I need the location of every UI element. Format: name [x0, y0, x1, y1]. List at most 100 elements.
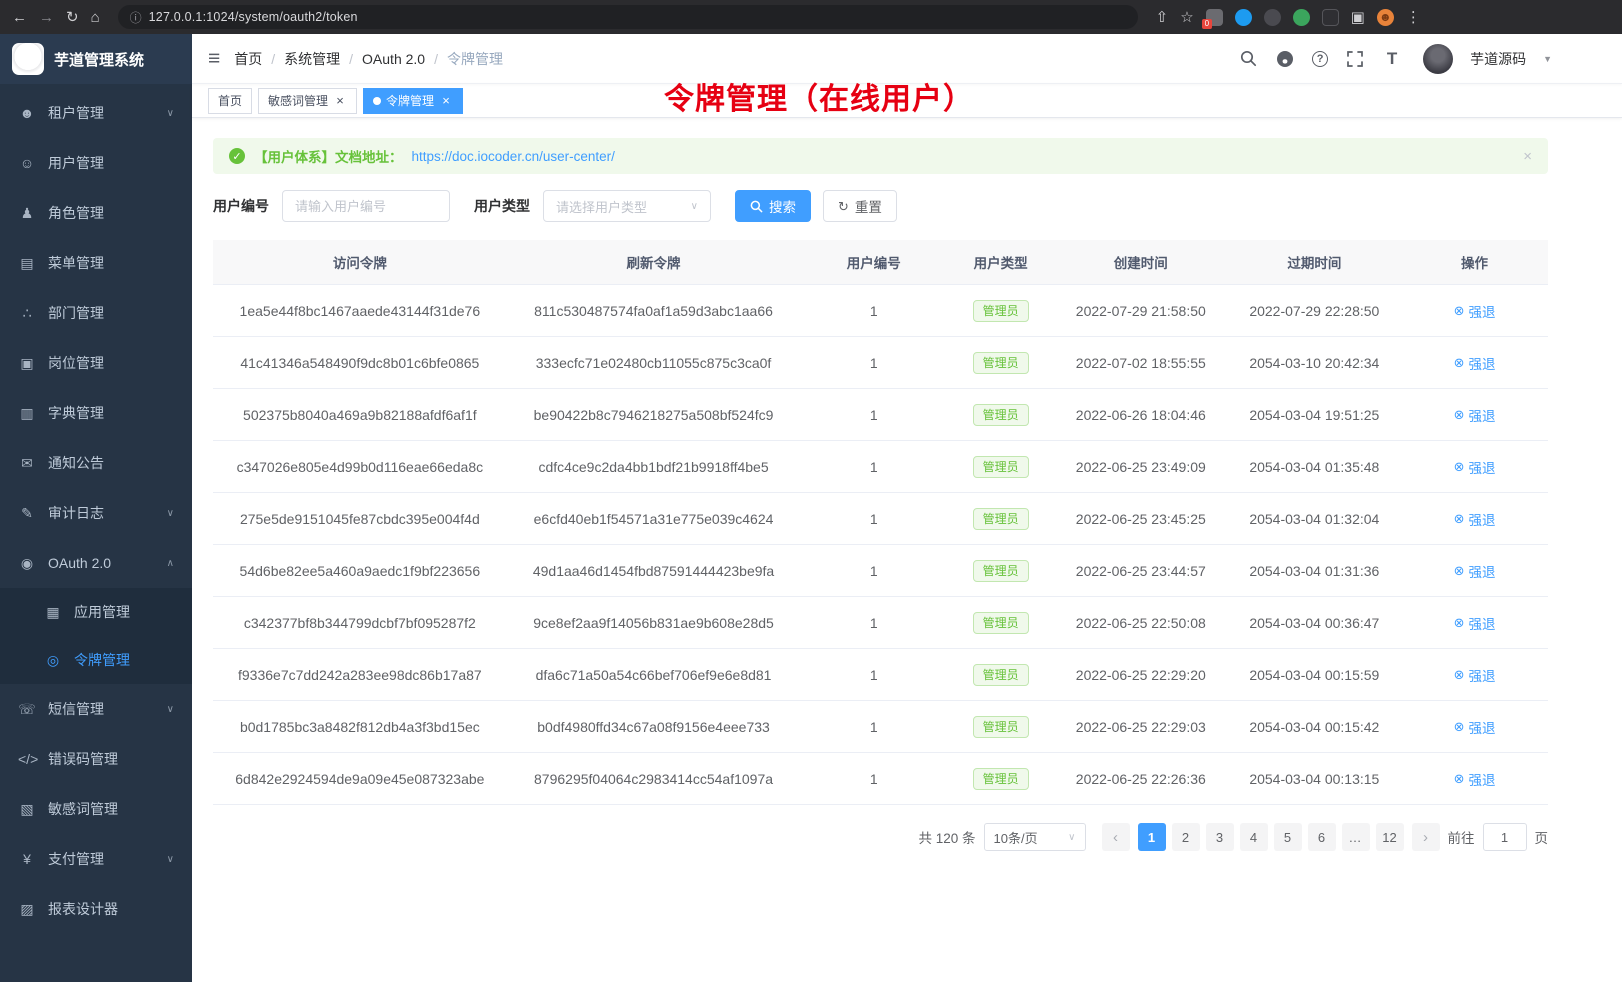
tab-close-icon[interactable]: ×	[439, 94, 453, 108]
created-time-cell: 2022-06-25 22:26:36	[1054, 753, 1228, 805]
sidebar-item-tenant[interactable]: ☻租户管理∨	[0, 88, 192, 138]
breadcrumb-item[interactable]: 系统管理	[284, 49, 340, 69]
reset-button[interactable]: ↻ 重置	[823, 190, 897, 222]
sidebar-item-notice[interactable]: ✉通知公告	[0, 438, 192, 488]
alert-close-icon[interactable]: ×	[1523, 148, 1532, 165]
user-avatar[interactable]	[1423, 44, 1453, 74]
user-type-cell: 管理员	[947, 701, 1054, 753]
page-button-5[interactable]: 5	[1274, 823, 1302, 851]
force-logout-button[interactable]: ⊗强退	[1454, 561, 1496, 581]
force-logout-button[interactable]: ⊗强退	[1454, 509, 1496, 529]
force-logout-button[interactable]: ⊗强退	[1454, 717, 1496, 737]
browser-profile-avatar[interactable]: ☻	[1377, 9, 1394, 26]
help-icon[interactable]: ?	[1312, 51, 1328, 67]
user-type-select[interactable]: 请选择用户类型 ∨	[543, 190, 711, 222]
extension-icon-twitter[interactable]	[1235, 9, 1252, 26]
user-menu-caret-icon[interactable]: ▼	[1543, 54, 1552, 64]
browser-forward-icon[interactable]: →	[39, 10, 54, 25]
tab-home[interactable]: 首页	[208, 88, 252, 114]
created-time-cell: 2022-06-25 23:44:57	[1054, 545, 1228, 597]
browser-home-icon[interactable]: ⌂	[91, 10, 100, 25]
sidebar-item-role[interactable]: ♟角色管理	[0, 188, 192, 238]
page-button-4[interactable]: 4	[1240, 823, 1268, 851]
sidebar-item-oauth2-token[interactable]: ◎令牌管理	[0, 636, 192, 684]
force-logout-button[interactable]: ⊗强退	[1454, 405, 1496, 425]
tab-token[interactable]: 令牌管理×	[363, 88, 463, 114]
page-button-2[interactable]: 2	[1172, 823, 1200, 851]
sidebar-item-dict[interactable]: ▥字典管理	[0, 388, 192, 438]
extension-icon-dark[interactable]	[1264, 9, 1281, 26]
broadcast-icon: ◎	[44, 652, 62, 669]
sidebar-item-post[interactable]: ▣岗位管理	[0, 338, 192, 388]
tab-close-icon[interactable]: ×	[333, 94, 347, 108]
access-token-cell: 54d6be82ee5a460a9aedc1f9bf223656	[213, 545, 507, 597]
page-button-3[interactable]: 3	[1206, 823, 1234, 851]
created-time-cell: 2022-06-25 22:50:08	[1054, 597, 1228, 649]
app-logo-row[interactable]: 芋道管理系统	[0, 34, 192, 84]
share-icon[interactable]: ⇧	[1156, 10, 1169, 25]
force-logout-button[interactable]: ⊗强退	[1454, 665, 1496, 685]
search-icon[interactable]	[1238, 49, 1258, 69]
sidebar-item-report-designer[interactable]: ▨报表设计器	[0, 884, 192, 934]
header-actions: ? T 芋道源码 ▼	[1238, 44, 1552, 74]
expire-time-cell: 2054-03-04 01:35:48	[1228, 441, 1402, 493]
goto-page-input[interactable]	[1483, 823, 1527, 851]
access-token-cell: 502375b8040a469a9b82188afdf6af1f	[213, 389, 507, 441]
extension-icon-tampermonkey[interactable]	[1322, 9, 1339, 26]
site-info-icon[interactable]: ⓘ	[130, 9, 142, 26]
force-logout-button[interactable]: ⊗强退	[1454, 353, 1496, 373]
font-size-icon[interactable]: T	[1382, 49, 1402, 69]
expire-time-cell: 2022-07-29 22:28:50	[1228, 285, 1402, 337]
next-page-button[interactable]: ›	[1412, 823, 1440, 851]
sidebar-item-menu[interactable]: ▤菜单管理	[0, 238, 192, 288]
doc-link[interactable]: https://doc.iocoder.cn/user-center/	[412, 149, 615, 164]
access-token-cell: b0d1785bc3a8482f812db4a3f3bd15ec	[213, 701, 507, 753]
sidebar-collapse-icon[interactable]: ≡	[208, 47, 220, 71]
sidebar-item-user[interactable]: ☺用户管理	[0, 138, 192, 188]
page-button-1[interactable]: 1	[1138, 823, 1166, 851]
bookmark-star-icon[interactable]: ☆	[1180, 10, 1193, 25]
page-button-12[interactable]: 12	[1376, 823, 1404, 851]
breadcrumb-item[interactable]: 首页	[234, 49, 262, 69]
browser-reload-icon[interactable]: ↻	[66, 10, 79, 25]
user-name[interactable]: 芋道源码	[1470, 49, 1526, 69]
force-logout-button[interactable]: ⊗强退	[1454, 301, 1496, 321]
page-size-select[interactable]: 10条/页 ∨	[984, 823, 1086, 851]
sidebar-item-error-code[interactable]: </>错误码管理	[0, 734, 192, 784]
sidebar-item-pay[interactable]: ¥支付管理∨	[0, 834, 192, 884]
sidebar-item-sms[interactable]: ☏短信管理∨	[0, 684, 192, 734]
extension-icon-badge[interactable]: 0	[1206, 9, 1223, 26]
browser-menu-icon[interactable]: ⋮	[1406, 10, 1421, 25]
prev-page-button[interactable]: ‹	[1102, 823, 1130, 851]
sidebar-item-audit-log[interactable]: ✎审计日志∨	[0, 488, 192, 538]
fullscreen-icon[interactable]	[1345, 49, 1365, 69]
user-id-input[interactable]	[282, 190, 450, 222]
browser-back-icon[interactable]: ←	[12, 10, 27, 25]
sidebar-item-sensitive-word[interactable]: ▧敏感词管理	[0, 784, 192, 834]
access-token-cell: c347026e805e4d99b0d116eae66eda8c	[213, 441, 507, 493]
github-icon[interactable]	[1275, 49, 1295, 69]
extension-icon-green[interactable]	[1293, 9, 1310, 26]
page-button-6[interactable]: 6	[1308, 823, 1336, 851]
refresh-token-cell: 811c530487574fa0af1a59d3abc1aa66	[507, 285, 801, 337]
breadcrumb-item[interactable]: OAuth 2.0	[362, 51, 425, 67]
tab-sensitive-word[interactable]: 敏感词管理×	[258, 88, 357, 114]
message-icon: ✉	[18, 455, 36, 472]
sidebar-item-oauth2-app[interactable]: ▦应用管理	[0, 588, 192, 636]
sidebar-item-oauth2[interactable]: ◉OAuth 2.0∧	[0, 538, 192, 588]
table-row: f9336e7c7dd242a283ee98dc86b17a87dfa6c71a…	[213, 649, 1548, 701]
app-icon: ▦	[44, 604, 62, 621]
chevron-down-icon: ∨	[691, 201, 698, 212]
search-button[interactable]: 搜索	[735, 190, 811, 222]
force-logout-button[interactable]: ⊗强退	[1454, 769, 1496, 789]
force-logout-button[interactable]: ⊗强退	[1454, 457, 1496, 477]
breadcrumb-item[interactable]: 令牌管理	[447, 49, 503, 69]
sidebar-item-dept[interactable]: ∴部门管理	[0, 288, 192, 338]
created-time-cell: 2022-06-26 18:04:46	[1054, 389, 1228, 441]
browser-address-bar[interactable]: ⓘ 127.0.0.1:1024/system/oauth2/token	[118, 5, 1138, 29]
column-header: 用户编号	[800, 240, 947, 285]
side-panel-icon[interactable]: ▣	[1351, 10, 1365, 25]
user-type-cell: 管理员	[947, 337, 1054, 389]
force-logout-button[interactable]: ⊗强退	[1454, 613, 1496, 633]
user-id-label: 用户编号	[213, 196, 269, 216]
